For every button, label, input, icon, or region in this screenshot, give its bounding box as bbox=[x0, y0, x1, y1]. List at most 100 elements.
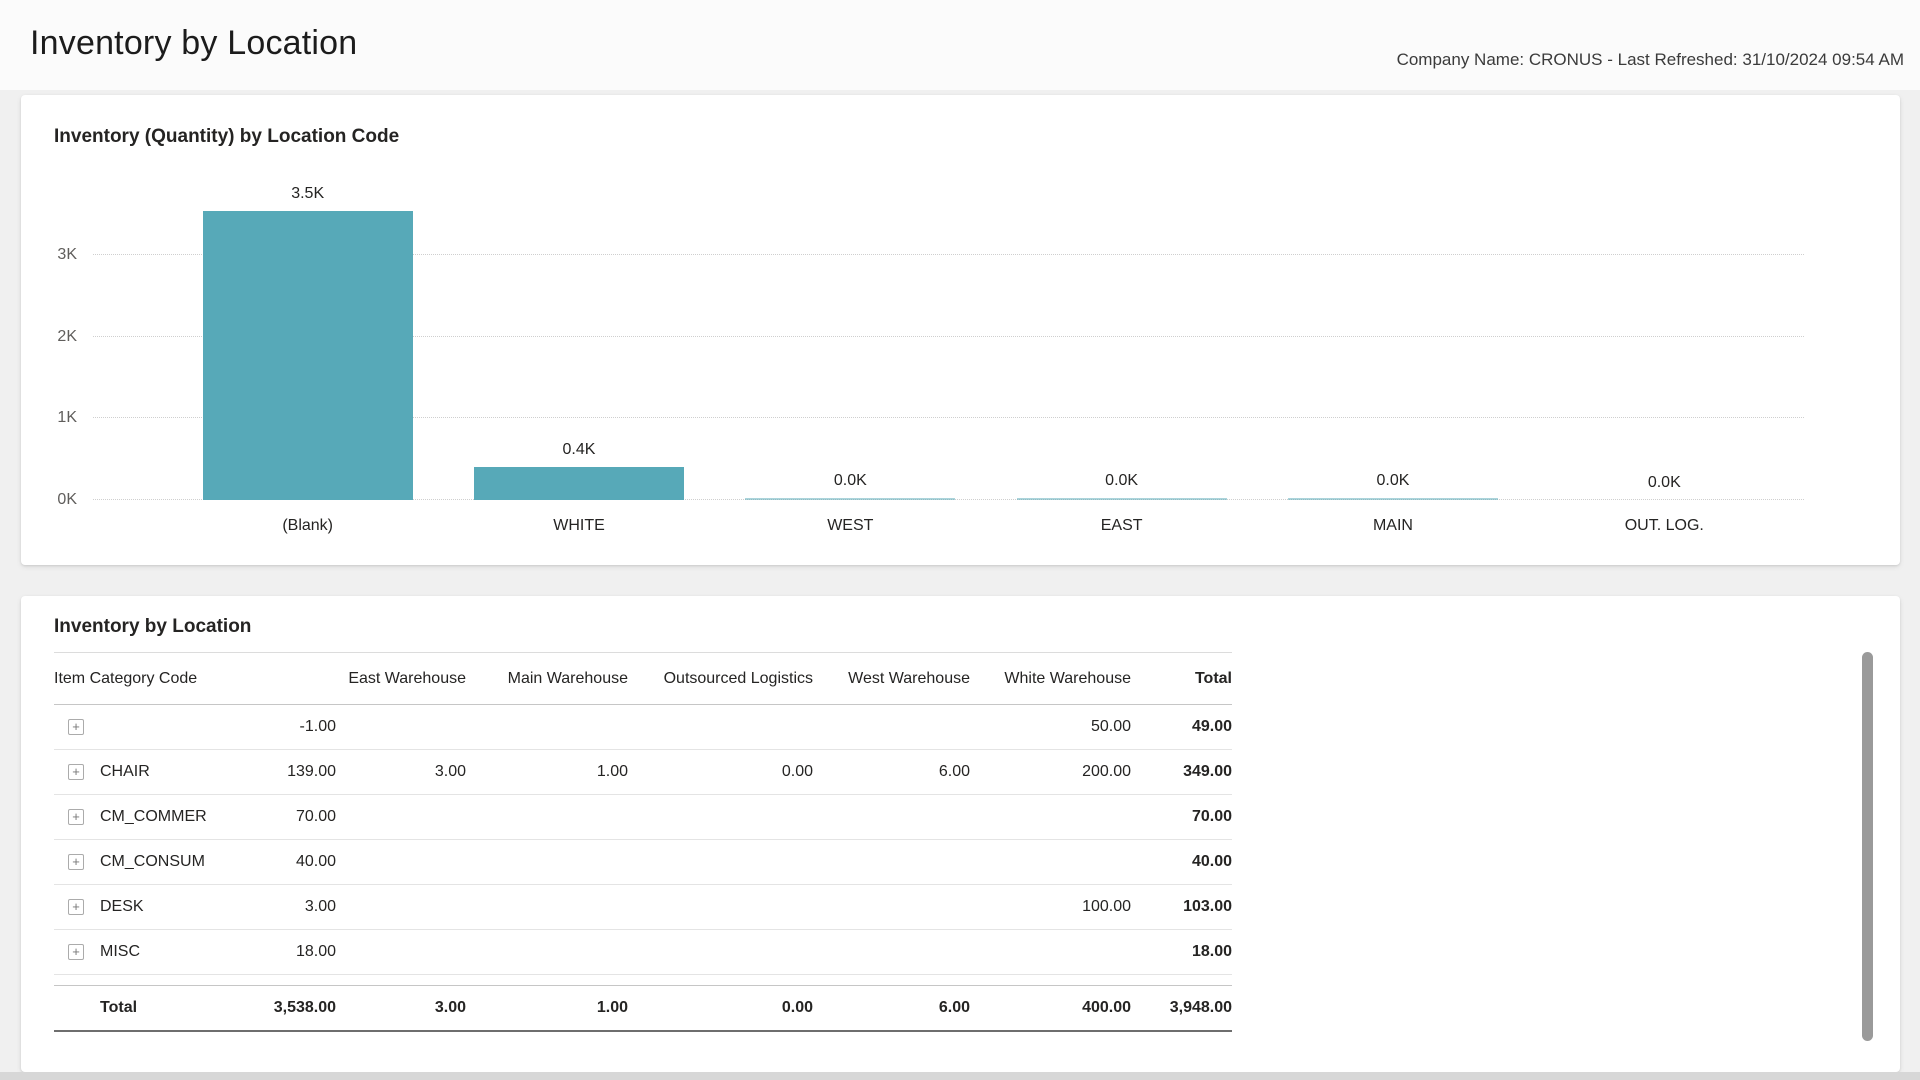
report-meta: Company Name: CRONUS - Last Refreshed: 3… bbox=[1396, 50, 1904, 69]
category-cell: + bbox=[54, 704, 264, 750]
value-cell bbox=[970, 929, 1131, 975]
category-label: CM_CONSUM bbox=[100, 853, 205, 870]
total-label-cell: Total bbox=[54, 985, 264, 1032]
value-cell: 70.00 bbox=[264, 794, 336, 840]
column-header bbox=[264, 652, 336, 705]
value-cell bbox=[336, 704, 466, 750]
value-cell: 349.00 bbox=[1131, 749, 1232, 795]
bar--blank-[interactable] bbox=[202, 210, 413, 500]
chart-category-slot: 0.0K OUT. LOG. bbox=[1529, 214, 1800, 534]
column-header: White Warehouse bbox=[970, 652, 1131, 705]
category-label: CM_COMMER bbox=[100, 808, 207, 825]
value-cell bbox=[813, 839, 970, 885]
category-cell: + MISC bbox=[54, 929, 264, 975]
bar-main[interactable] bbox=[1287, 498, 1498, 500]
table-header-row: Item Category Code East Warehouse Main War… bbox=[54, 652, 1232, 705]
value-cell bbox=[813, 704, 970, 750]
column-header: East Warehouse bbox=[336, 652, 466, 705]
value-cell bbox=[466, 929, 628, 975]
bar-value-label: 0.0K bbox=[1376, 472, 1410, 489]
column-header: West Warehouse bbox=[813, 652, 970, 705]
chart-category-slot: 0.0K WEST bbox=[715, 214, 986, 534]
category-label: MISC bbox=[100, 943, 140, 960]
value-cell bbox=[336, 884, 466, 930]
value-cell: 49.00 bbox=[1131, 704, 1232, 750]
value-cell bbox=[813, 794, 970, 840]
value-cell bbox=[336, 929, 466, 975]
value-cell bbox=[628, 839, 813, 885]
value-cell bbox=[628, 929, 813, 975]
value-cell bbox=[466, 794, 628, 840]
value-cell bbox=[970, 794, 1131, 840]
expand-icon[interactable]: + bbox=[68, 898, 84, 915]
value-cell bbox=[466, 839, 628, 885]
category-cell: + DESK bbox=[54, 884, 264, 930]
inventory-matrix: Item Category Code East Warehouse Main War… bbox=[54, 652, 1232, 1032]
chart-card: Inventory (Quantity) by Location Code 0K… bbox=[21, 95, 1900, 565]
table-row: + MISC 18.00 18.00 bbox=[54, 929, 1232, 975]
value-cell: -1.00 bbox=[264, 704, 336, 750]
total-value-cell: 6.00 bbox=[813, 985, 970, 1032]
horizontal-scrollbar[interactable] bbox=[0, 1072, 1920, 1080]
category-label: DESK bbox=[100, 898, 144, 915]
value-cell: 100.00 bbox=[970, 884, 1131, 930]
value-cell bbox=[970, 839, 1131, 885]
value-cell bbox=[813, 884, 970, 930]
x-tick-label: WHITE bbox=[553, 517, 605, 534]
value-cell: 200.00 bbox=[970, 749, 1131, 795]
page-header: Inventory by Location Company Name: CRON… bbox=[0, 0, 1920, 90]
table-row: + DESK 3.00 100.00 103.00 bbox=[54, 884, 1232, 930]
table-total-row: Total 3,538.00 3.00 1.00 0.00 6.00 400.00 3,948… bbox=[54, 985, 1232, 1032]
expand-icon[interactable]: + bbox=[68, 763, 84, 780]
total-value-cell: 1.00 bbox=[466, 985, 628, 1032]
x-tick-label: EAST bbox=[1100, 517, 1143, 534]
page-title: Inventory by Location bbox=[30, 24, 358, 62]
y-tick-label: 0K bbox=[57, 491, 77, 508]
value-cell: 18.00 bbox=[1131, 929, 1232, 975]
value-cell bbox=[336, 839, 466, 885]
chart-plot: 3.5K (Blank) 0.4K WHITE 0.0K WEST 0.0K EAST 0.0K… bbox=[93, 185, 1804, 534]
chart-title: Inventory (Quantity) by Location Code bbox=[54, 126, 400, 147]
x-tick-label: (Blank) bbox=[282, 517, 333, 534]
x-tick-label: WEST bbox=[827, 517, 874, 534]
bar-value-label: 3.5K bbox=[291, 184, 325, 202]
bar-value-label: 0.4K bbox=[562, 441, 596, 459]
expand-icon[interactable]: + bbox=[68, 718, 84, 735]
value-cell: 3.00 bbox=[336, 749, 466, 795]
x-tick-label: OUT. LOG. bbox=[1624, 517, 1704, 534]
bar-east[interactable] bbox=[1016, 498, 1227, 500]
expand-icon[interactable]: + bbox=[68, 853, 84, 870]
value-cell: 50.00 bbox=[970, 704, 1131, 750]
value-cell bbox=[466, 704, 628, 750]
table-row: + CHAIR 139.00 3.00 1.00 0.00 6.00 200.00 349.00 bbox=[54, 749, 1232, 795]
value-cell bbox=[813, 929, 970, 975]
table-card: Inventory by Location Item Category Code… bbox=[21, 596, 1900, 1072]
value-cell: 103.00 bbox=[1131, 884, 1232, 930]
total-value-cell: 400.00 bbox=[970, 985, 1131, 1032]
spacer-row bbox=[54, 975, 1232, 986]
chart-category-slot: 0.0K MAIN bbox=[1257, 214, 1528, 534]
category-label: CHAIR bbox=[100, 763, 150, 780]
value-cell bbox=[336, 794, 466, 840]
chart-y-axis: 0K 1K 2K 3K bbox=[21, 214, 77, 508]
expand-icon[interactable]: + bbox=[68, 943, 84, 960]
expand-icon[interactable]: + bbox=[68, 808, 84, 825]
value-cell bbox=[628, 794, 813, 840]
total-label: Total bbox=[100, 999, 138, 1016]
y-tick-label: 3K bbox=[57, 245, 77, 263]
total-value-cell: 3,538.00 bbox=[264, 985, 336, 1032]
category-cell: + CM_COMMER bbox=[54, 794, 264, 840]
vertical-scrollbar[interactable] bbox=[1862, 652, 1873, 1041]
bar-value-label: 0.0K bbox=[833, 472, 867, 489]
value-cell: 6.00 bbox=[813, 749, 970, 795]
table-body: + -1.00 50.00 49.00 + CHAIR 139.00 3.00 1.00 0.00… bbox=[54, 704, 1232, 1032]
total-value-cell: 3.00 bbox=[336, 985, 466, 1032]
y-tick-label: 2K bbox=[57, 327, 77, 345]
x-tick-label: MAIN bbox=[1372, 517, 1413, 534]
bar-west[interactable] bbox=[745, 498, 956, 500]
column-header: Item Category Code bbox=[54, 652, 264, 705]
total-value-cell: 0.00 bbox=[628, 985, 813, 1032]
table-title: Inventory by Location bbox=[54, 616, 252, 637]
bar-white[interactable] bbox=[473, 467, 684, 500]
value-cell bbox=[628, 884, 813, 930]
